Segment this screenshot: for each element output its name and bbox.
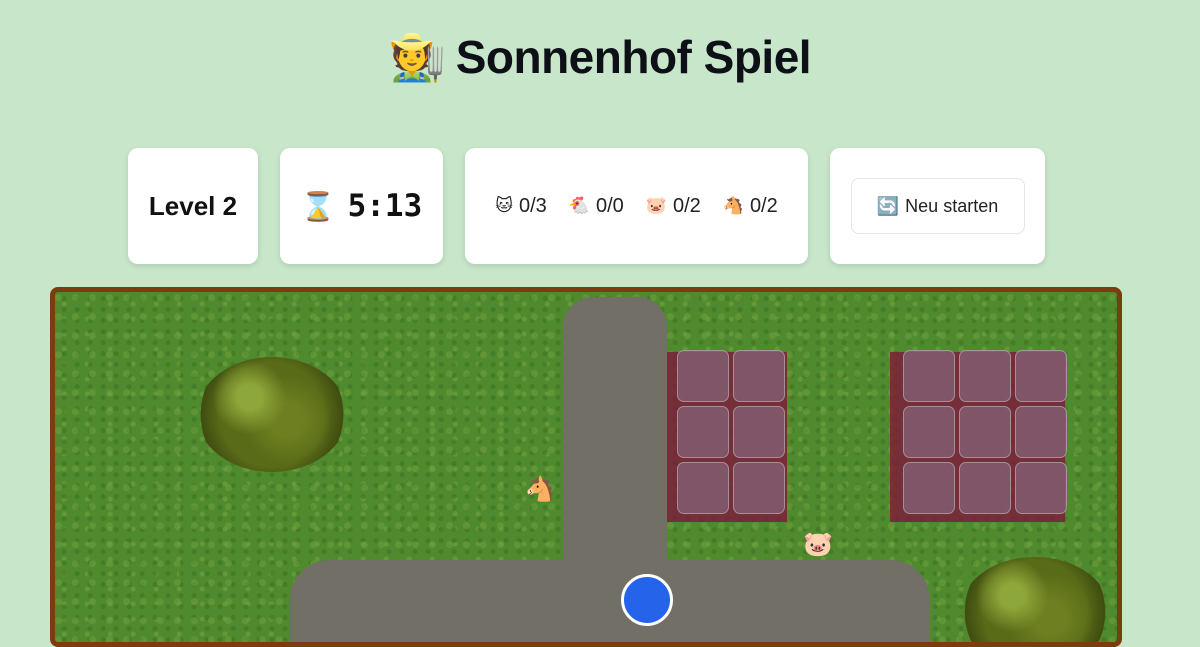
count-horse-value: 0/2 bbox=[749, 194, 778, 217]
count-pig: 🐷 0/2 bbox=[646, 195, 701, 218]
stall[interactable] bbox=[733, 462, 785, 514]
farmer-icon: 🧑‍🌾 bbox=[388, 30, 446, 84]
stall[interactable] bbox=[903, 350, 955, 402]
bush-right bbox=[960, 557, 1110, 642]
animal-counts-card: 🐱 0/3 🐔 0/0 🐷 0/2 🐴 0/2 bbox=[465, 148, 808, 264]
cat-icon: 🐱 bbox=[495, 196, 513, 216]
restart-card: 🔄 Neu starten bbox=[830, 148, 1045, 264]
restart-label: Neu starten bbox=[905, 195, 999, 216]
stall[interactable] bbox=[1015, 406, 1067, 458]
level-label: Level 2 bbox=[148, 190, 238, 221]
stall[interactable] bbox=[677, 350, 729, 402]
stall[interactable] bbox=[1015, 462, 1067, 514]
timer-value: 5:13 bbox=[347, 188, 423, 224]
pig-icon: 🐷 bbox=[645, 196, 667, 216]
horse-icon: 🐴 bbox=[722, 196, 744, 216]
path-vertical bbox=[563, 297, 667, 587]
stall[interactable] bbox=[959, 462, 1011, 514]
stall[interactable] bbox=[677, 406, 729, 458]
stall[interactable] bbox=[959, 406, 1011, 458]
bush-left bbox=[197, 357, 347, 472]
chicken-icon: 🐔 bbox=[568, 196, 590, 216]
stall[interactable] bbox=[903, 462, 955, 514]
stall[interactable] bbox=[959, 350, 1011, 402]
stall[interactable] bbox=[1015, 350, 1067, 402]
count-pig-value: 0/2 bbox=[672, 194, 701, 217]
count-horse: 🐴 0/2 bbox=[723, 195, 778, 218]
count-cat: 🐱 0/3 bbox=[495, 195, 547, 218]
count-chicken-value: 0/0 bbox=[595, 194, 624, 217]
count-cat-value: 0/3 bbox=[518, 194, 547, 217]
path-horizontal bbox=[290, 560, 930, 642]
timer-card: ⌛ 5:13 bbox=[280, 148, 443, 264]
count-chicken: 🐔 0/0 bbox=[569, 195, 624, 218]
stall[interactable] bbox=[733, 406, 785, 458]
game-field[interactable]: 🐴 🐷 bbox=[50, 287, 1122, 647]
player-marker[interactable] bbox=[621, 574, 673, 626]
horse-icon[interactable]: 🐴 bbox=[525, 477, 555, 501]
game-title: Sonnenhof Spiel bbox=[455, 31, 812, 83]
refresh-icon: 🔄 bbox=[876, 195, 900, 217]
stall[interactable] bbox=[677, 462, 729, 514]
level-card: Level 2 bbox=[128, 148, 258, 264]
pig-icon[interactable]: 🐷 bbox=[803, 532, 833, 556]
stall[interactable] bbox=[733, 350, 785, 402]
stall[interactable] bbox=[903, 406, 955, 458]
hourglass-icon: ⌛ bbox=[300, 189, 336, 223]
restart-button[interactable]: 🔄 Neu starten bbox=[850, 178, 1025, 234]
page-title: 🧑‍🌾 Sonnenhof Spiel bbox=[0, 30, 1200, 85]
